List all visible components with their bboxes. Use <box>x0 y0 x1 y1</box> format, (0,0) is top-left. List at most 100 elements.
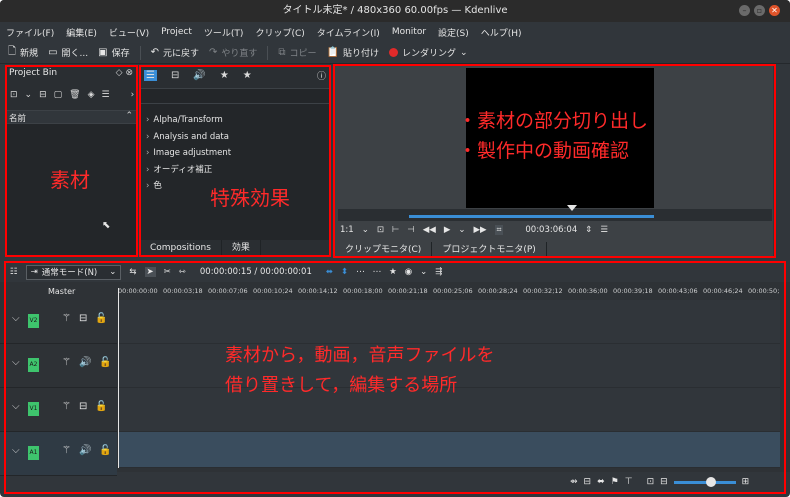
open-button[interactable]: ▭ 開く... <box>48 46 88 59</box>
menu-help[interactable]: ヘルプ(H) <box>481 26 522 39</box>
mixer-icon[interactable]: ⇶ <box>435 267 442 277</box>
paste-button[interactable]: 📋 貼り付け <box>327 46 379 59</box>
crop-icon[interactable]: ⌗ <box>494 225 504 235</box>
track-area-v2[interactable] <box>118 300 780 344</box>
menu-timeline[interactable]: タイムライン(I) <box>317 26 380 39</box>
undo-button[interactable]: ↶ 元に戻す <box>151 46 199 59</box>
effect-category-item[interactable]: › Image adjustment <box>146 145 231 162</box>
edit-mode-select[interactable]: ⇥ 通常モード(N) ⌄ <box>25 264 122 280</box>
monitor-timecode[interactable]: 00:03:06:04 <box>525 225 577 235</box>
tab-compositions[interactable]: Compositions <box>140 240 222 256</box>
custom-effects-icon[interactable]: ★ <box>220 70 229 81</box>
tab-effects[interactable]: 効果 <box>222 240 261 256</box>
set-in-icon[interactable]: ⊢ <box>392 225 399 235</box>
play-icon[interactable]: ▶ <box>444 225 451 235</box>
hide-video-icon[interactable]: ⊟ <box>79 401 87 412</box>
panel-close-icon[interactable]: ◇ ⊗ <box>116 68 133 78</box>
timeline-playhead[interactable] <box>118 288 119 468</box>
timeline-ruler[interactable]: 00:00:00:00 00:00:03;18 00:00:07;06 00:0… <box>118 287 790 299</box>
effect-category-item[interactable]: › オーディオ補正 <box>146 162 231 179</box>
track-area-a1[interactable] <box>118 432 780 468</box>
menu-clip[interactable]: クリップ(C) <box>255 26 304 39</box>
effects-search-input[interactable] <box>140 88 330 104</box>
zoom-label[interactable]: 1:1 <box>340 225 354 235</box>
rewind-icon[interactable]: ◀◀ <box>423 225 436 235</box>
chevron-down-icon[interactable]: ⌵ <box>12 401 20 412</box>
trash-icon[interactable]: 🗑 <box>69 90 80 100</box>
select-tool-icon[interactable]: ➤ <box>144 267 156 277</box>
copy-button[interactable]: ⧉ コピー <box>278 46 316 59</box>
menu-icon[interactable]: ☰ <box>102 90 110 100</box>
track-menu-icon[interactable]: ☷ <box>10 267 18 277</box>
folder-icon[interactable]: ⊟ <box>39 90 47 100</box>
list-view-icon[interactable]: ☰ <box>144 70 157 81</box>
chevron-down-icon[interactable]: ⌵ <box>12 357 20 368</box>
set-out-icon[interactable]: ⊣ <box>407 225 414 235</box>
effect-category-item[interactable]: › Analysis and data <box>146 129 231 146</box>
chevron-up-icon[interactable]: ⌃ <box>125 111 133 121</box>
spin-arrows-icon[interactable]: ⇕ <box>585 225 592 235</box>
lock-icon[interactable]: 🔓 <box>95 313 107 324</box>
lock-icon[interactable]: 🔓 <box>99 445 111 456</box>
hide-video-icon[interactable]: ⊟ <box>79 313 87 324</box>
monitor-ruler[interactable] <box>338 209 772 221</box>
audio-thumbs-icon[interactable]: ⇴ <box>570 477 578 487</box>
lock-icon[interactable]: 🔓 <box>95 401 107 412</box>
menu-tools[interactable]: ツール(T) <box>204 26 244 39</box>
render-button[interactable]: レンダリング ⌄ <box>389 46 468 59</box>
effect-category-item[interactable]: › Alpha/Transform <box>146 112 231 129</box>
close-button[interactable]: ✕ <box>769 5 780 16</box>
extract-icon[interactable]: ⋯ <box>356 267 365 277</box>
mute-audio-icon[interactable]: 🔊 <box>79 445 91 456</box>
split-audio-icon[interactable]: ⬌ <box>597 477 605 487</box>
chevron-down-icon[interactable]: ⌵ <box>12 445 20 456</box>
fullscreen-icon[interactable]: ⊡ <box>377 225 384 235</box>
overwrite-icon[interactable]: ⬍ <box>341 267 348 277</box>
zoom-slider-handle[interactable] <box>705 476 716 487</box>
effects-wand-icon[interactable]: ⚚ <box>62 357 71 368</box>
chevron-down-icon[interactable]: ⌄ <box>362 225 369 235</box>
favorite-star-icon[interactable]: ★ <box>243 70 252 81</box>
menu-icon[interactable]: ☰ <box>600 225 608 235</box>
chevron-down-icon[interactable]: ⌄ <box>420 267 427 277</box>
video-thumbs-icon[interactable]: ⊟ <box>584 477 592 487</box>
redo-button[interactable]: ↷ やり直す <box>209 46 257 59</box>
tab-project-monitor[interactable]: プロジェクトモニタ(P) <box>432 242 547 258</box>
menu-edit[interactable]: 編集(E) <box>66 26 97 39</box>
save-button[interactable]: ▣ 保存 <box>98 46 129 59</box>
menu-monitor[interactable]: Monitor <box>392 27 426 37</box>
info-icon[interactable]: ⓘ <box>317 69 326 82</box>
chevron-down-icon[interactable]: ⌵ <box>12 313 20 324</box>
mute-audio-icon[interactable]: 🔊 <box>79 357 91 368</box>
zoom-fit-icon[interactable]: ⊡ <box>647 477 655 487</box>
preview-render-icon[interactable]: ◉ <box>405 267 412 277</box>
tag-icon[interactable]: ◈ <box>88 90 95 100</box>
chevron-down-icon[interactable]: ⌄ <box>25 90 33 100</box>
menu-project[interactable]: Project <box>161 27 192 37</box>
menu-view[interactable]: ビュー(V) <box>109 26 149 39</box>
spacer-tool-icon[interactable]: ⇿ <box>179 267 186 277</box>
effects-wand-icon[interactable]: ⚚ <box>62 445 71 456</box>
chevron-right-icon[interactable]: › <box>131 90 135 100</box>
lift-icon[interactable]: ⋯ <box>373 267 382 277</box>
marker-icon[interactable]: ⚑ <box>611 477 619 487</box>
zoom-in-icon[interactable]: ⊞ <box>742 477 750 487</box>
menu-file[interactable]: ファイル(F) <box>6 26 54 39</box>
favorite-star-icon[interactable]: ★ <box>389 267 397 277</box>
chevron-down-icon[interactable]: ⌄ <box>458 225 465 235</box>
zoom-slider[interactable] <box>673 476 736 487</box>
audio-effects-icon[interactable]: 🔊 <box>193 70 205 81</box>
lock-icon[interactable]: 🔓 <box>99 357 111 368</box>
minimize-button[interactable]: – <box>739 5 750 16</box>
multicam-icon[interactable]: ⇆ <box>129 267 136 277</box>
forward-icon[interactable]: ▶▶ <box>474 225 487 235</box>
new-button[interactable]: 🗋 新規 <box>8 44 38 61</box>
tab-clip-monitor[interactable]: クリップモニタ(C) <box>335 242 433 258</box>
edit-icon[interactable]: ▢ <box>54 90 63 100</box>
maximize-button[interactable]: ▫ <box>754 5 765 16</box>
guide-icon[interactable]: ⊤ <box>625 477 633 487</box>
add-clip-icon[interactable]: ⊡ <box>10 90 18 100</box>
zoom-out-icon[interactable]: ⊟ <box>660 477 668 487</box>
razor-tool-icon[interactable]: ✂ <box>164 267 171 277</box>
insert-icon[interactable]: ⬌ <box>326 267 333 277</box>
